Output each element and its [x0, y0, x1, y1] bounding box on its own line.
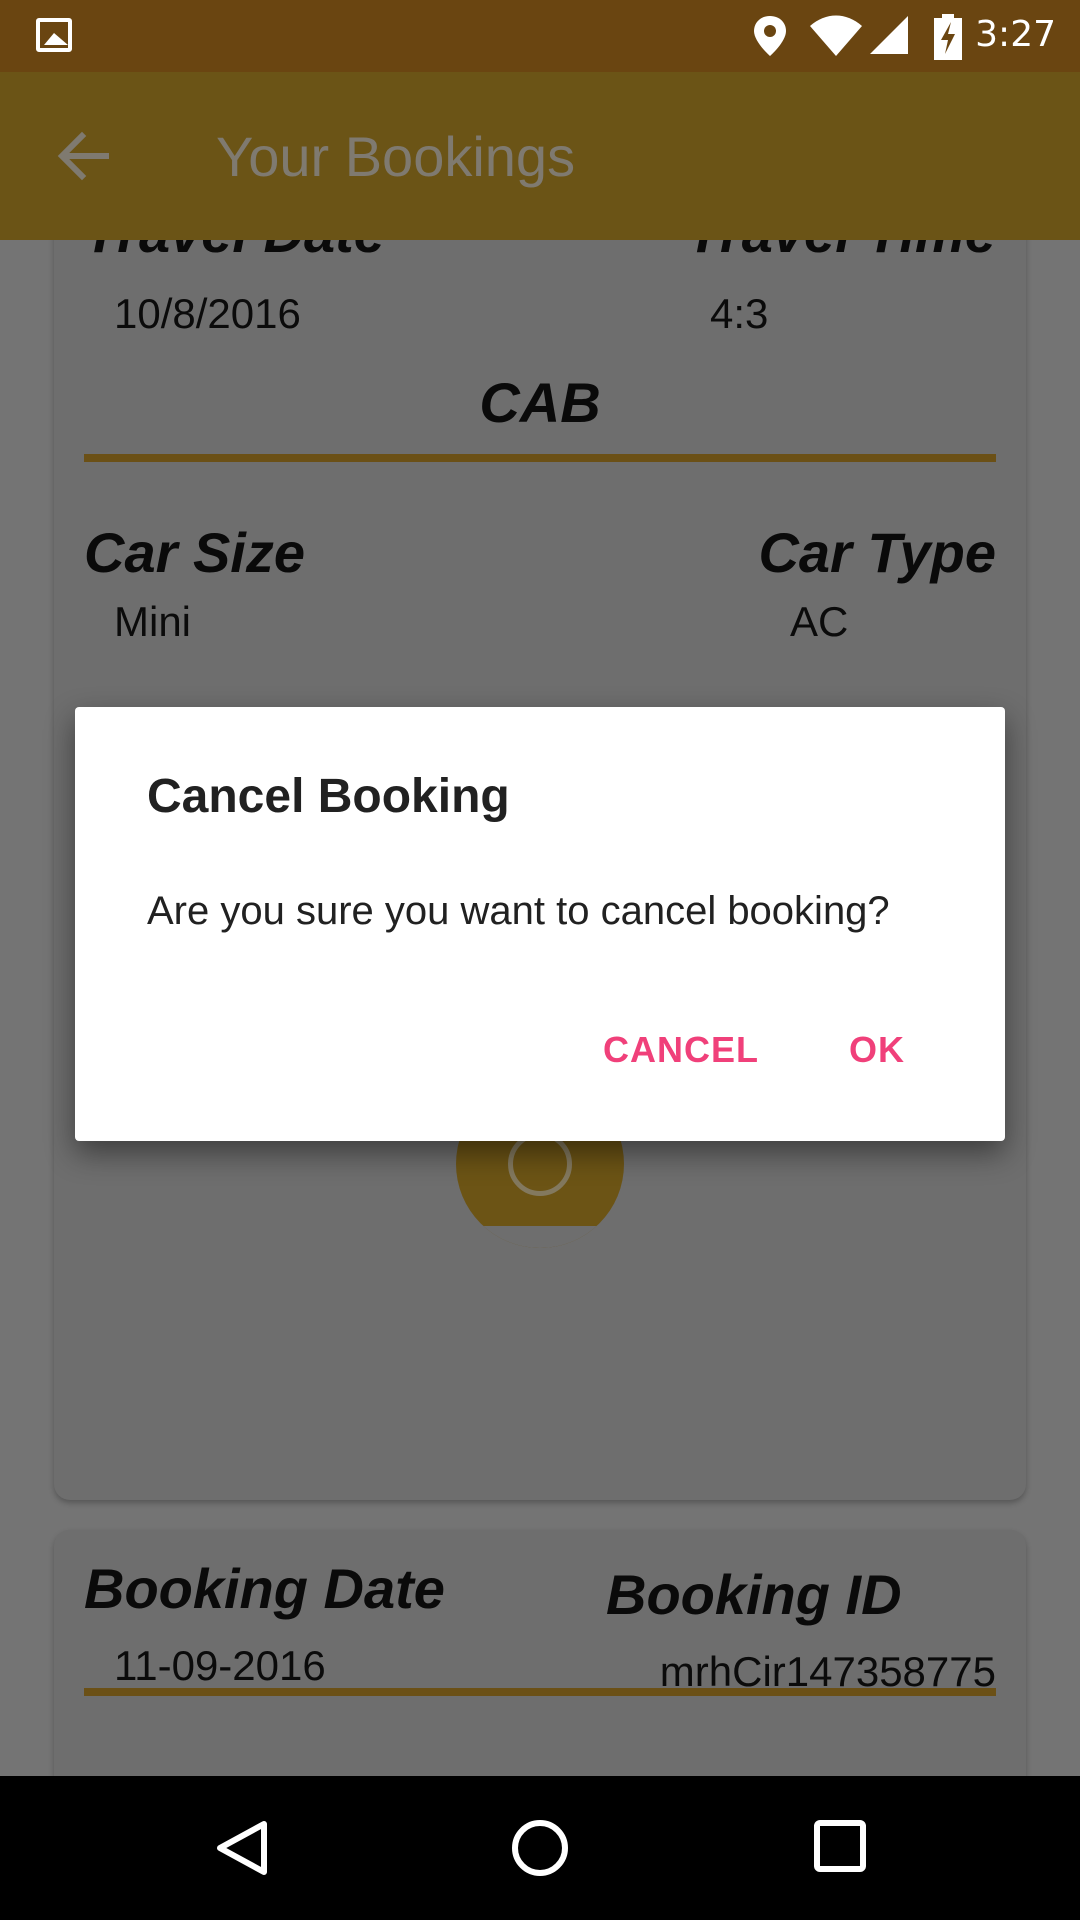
travel-time-label: Travel Time: [687, 240, 996, 265]
travel-date-label: Travel Date: [84, 240, 385, 265]
signal-icon: [870, 16, 908, 54]
home-circle-icon[interactable]: [510, 1818, 570, 1878]
cancel-booking-dialog: Cancel Booking Are you sure you want to …: [75, 707, 1005, 1141]
page-title: Your Bookings: [216, 125, 576, 188]
car-type-label: Car Type: [758, 521, 996, 584]
booking-date-value: 11-09-2016: [114, 1642, 326, 1689]
car-size-value: Mini: [114, 598, 192, 645]
service-type-title: CAB: [479, 371, 601, 434]
travel-time-value: 4:3: [710, 290, 769, 337]
back-triangle-icon[interactable]: [212, 1818, 272, 1878]
info-icon: [508, 1132, 572, 1196]
booking-card: Booking Date 11-09-2016 Booking ID mrhCi…: [54, 1530, 1026, 1776]
battery-charging-icon: [934, 14, 962, 60]
wifi-icon: [810, 15, 862, 56]
navigation-bar: [0, 1776, 1080, 1920]
dialog-cancel-button[interactable]: CANCEL: [603, 1029, 759, 1071]
section-divider: [84, 454, 996, 462]
booking-id-label: Booking ID: [606, 1563, 902, 1626]
section-divider: [84, 1688, 996, 1696]
car-type-value: AC: [790, 598, 849, 645]
location-icon: [754, 16, 786, 56]
booking-date-label: Booking Date: [84, 1557, 445, 1620]
status-clock: 3:27: [975, 14, 1056, 55]
status-bar: 3:27: [0, 0, 1080, 72]
back-arrow-icon[interactable]: [56, 128, 112, 184]
dialog-ok-button[interactable]: OK: [849, 1029, 905, 1071]
image-icon: [36, 18, 72, 52]
recents-square-icon[interactable]: [812, 1818, 868, 1874]
dialog-title: Cancel Booking: [147, 770, 510, 823]
travel-date-value: 10/8/2016: [114, 290, 301, 337]
app-bar: Your Bookings: [0, 72, 1080, 240]
dialog-message: Are you sure you want to cancel booking?: [147, 889, 890, 933]
car-size-label: Car Size: [84, 521, 305, 584]
